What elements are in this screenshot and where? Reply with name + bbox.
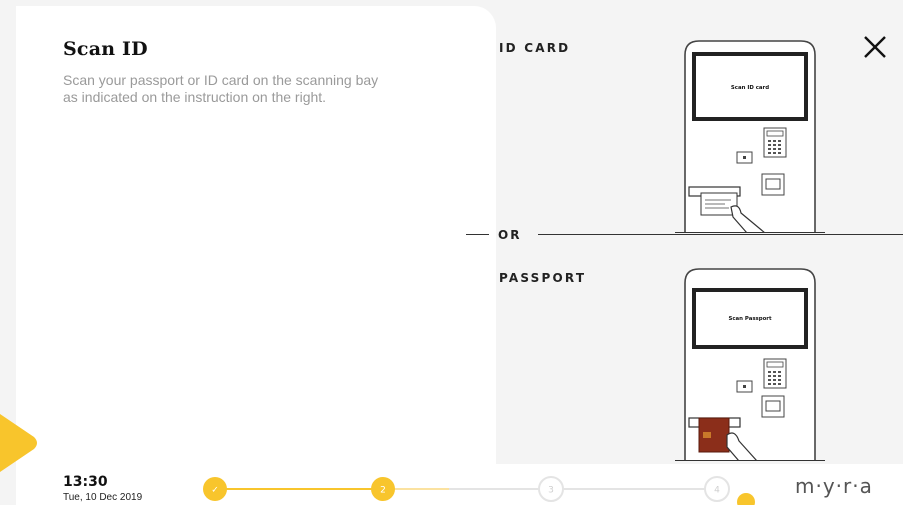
passport-screen-text: Scan Passport xyxy=(728,316,772,322)
passport-label: PASSPORT xyxy=(499,271,587,285)
accent-dot xyxy=(737,493,755,505)
progress-step: 4 xyxy=(704,476,730,502)
clock-time: 13:30 xyxy=(63,474,108,490)
progress-step-label: 2 xyxy=(380,486,386,496)
faded-text: — — — — — — — — — — — — — — — — xyxy=(63,124,373,132)
progress-step: 2 xyxy=(371,477,395,501)
progress-step-label: 4 xyxy=(714,486,720,496)
myra-logo: m·y·r·a xyxy=(795,474,873,498)
or-divider-left xyxy=(466,234,489,235)
progress-step-label: 3 xyxy=(548,486,554,496)
id-screen-text: Scan ID card xyxy=(731,85,769,91)
scan-id-screen: Scan ID Scan your passport or ID card on… xyxy=(0,0,903,505)
or-label: OR xyxy=(498,228,522,242)
page-description: Scan your passport or ID card on the sca… xyxy=(63,72,379,105)
clock-date: Tue, 10 Dec 2019 xyxy=(63,492,143,503)
progress-step: ✓ xyxy=(203,477,227,501)
id-card-label: ID CARD xyxy=(499,41,571,55)
passport-kiosk-illustration: Scan Passport xyxy=(675,268,825,461)
progress-step-label: ✓ xyxy=(211,486,219,496)
or-divider-right xyxy=(538,234,903,235)
progress-step: 3 xyxy=(538,476,564,502)
page-title: Scan ID xyxy=(63,38,148,60)
close-icon[interactable] xyxy=(862,34,888,60)
progress-stepper: ✓ 2 3 4 xyxy=(203,476,730,502)
id-card-kiosk-illustration: Scan ID card xyxy=(675,40,825,233)
